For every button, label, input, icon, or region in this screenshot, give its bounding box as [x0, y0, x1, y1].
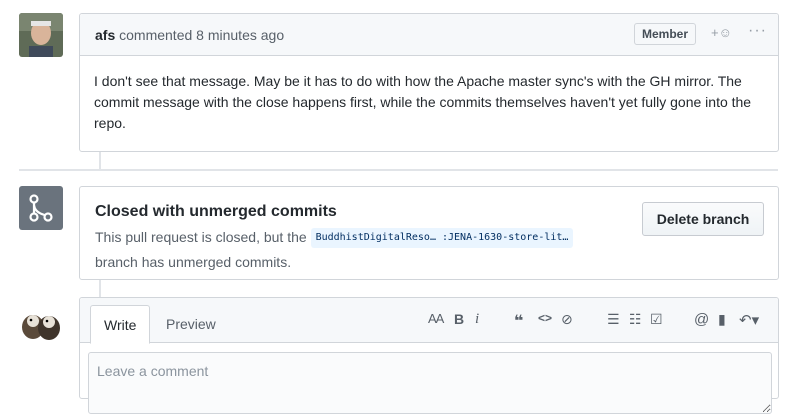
closed-desc-prefix: This pull request is closed, but the [95, 229, 307, 245]
quote-icon[interactable]: ❝ [514, 311, 523, 331]
closed-desc-suffix: branch has unmerged commits. [95, 254, 292, 270]
editor-tabbar: Write Preview AA B i ❝ <> ⊘ ☰ ☷ ☑ @ ▮ ↶▾ [80, 298, 778, 344]
italic-icon[interactable]: i [475, 311, 479, 328]
reference-icon[interactable]: ▮ [718, 311, 726, 328]
comment-header: afs commented 8 minutes ago Member +☺ ··… [80, 14, 778, 56]
comment-body: I don't see that message. May be it has … [94, 73, 752, 131]
delete-branch-button[interactable]: Delete branch [642, 202, 764, 236]
comment: afs commented 8 minutes ago Member +☺ ··… [79, 13, 779, 152]
closed-unmerged-event: Closed with unmerged commits This pull r… [79, 186, 779, 280]
unordered-list-icon[interactable]: ☰ [607, 311, 620, 328]
add-reaction-icon[interactable]: +☺ [711, 25, 732, 40]
current-user-avatar [19, 297, 63, 341]
member-badge: Member [634, 23, 697, 45]
timeline-line [99, 279, 101, 297]
comment-timestamp[interactable]: commented 8 minutes ago [119, 27, 284, 43]
header-icon[interactable]: AA [428, 311, 444, 326]
mention-icon[interactable]: @ [694, 311, 709, 328]
tab-preview[interactable]: Preview [166, 316, 216, 332]
closed-description: This pull request is closed, but the Bud… [95, 225, 615, 275]
more-options-icon[interactable]: ··· [748, 22, 767, 40]
task-list-icon[interactable]: ☑ [650, 311, 663, 328]
branch-name-link[interactable]: BuddhistDigitalReso… :JENA-1630-store-li… [310, 228, 574, 249]
code-icon[interactable]: <> [538, 311, 552, 325]
timeline-divider [19, 169, 778, 171]
link-icon[interactable]: ⊘ [561, 311, 573, 328]
bold-icon[interactable]: B [454, 311, 464, 327]
ordered-list-icon[interactable]: ☷ [629, 311, 642, 328]
comment-author-link[interactable]: afs [95, 27, 115, 43]
tab-write[interactable]: Write [90, 305, 151, 344]
reply-icon[interactable]: ↶▾ [739, 311, 759, 329]
timeline-line [99, 150, 101, 170]
comment-editor: Write Preview AA B i ❝ <> ⊘ ☰ ☷ ☑ @ ▮ ↶▾ [79, 297, 779, 414]
avatar[interactable] [19, 13, 63, 57]
comment-textarea[interactable] [88, 352, 772, 414]
git-branch-icon [19, 186, 63, 230]
closed-title: Closed with unmerged commits [95, 203, 337, 220]
